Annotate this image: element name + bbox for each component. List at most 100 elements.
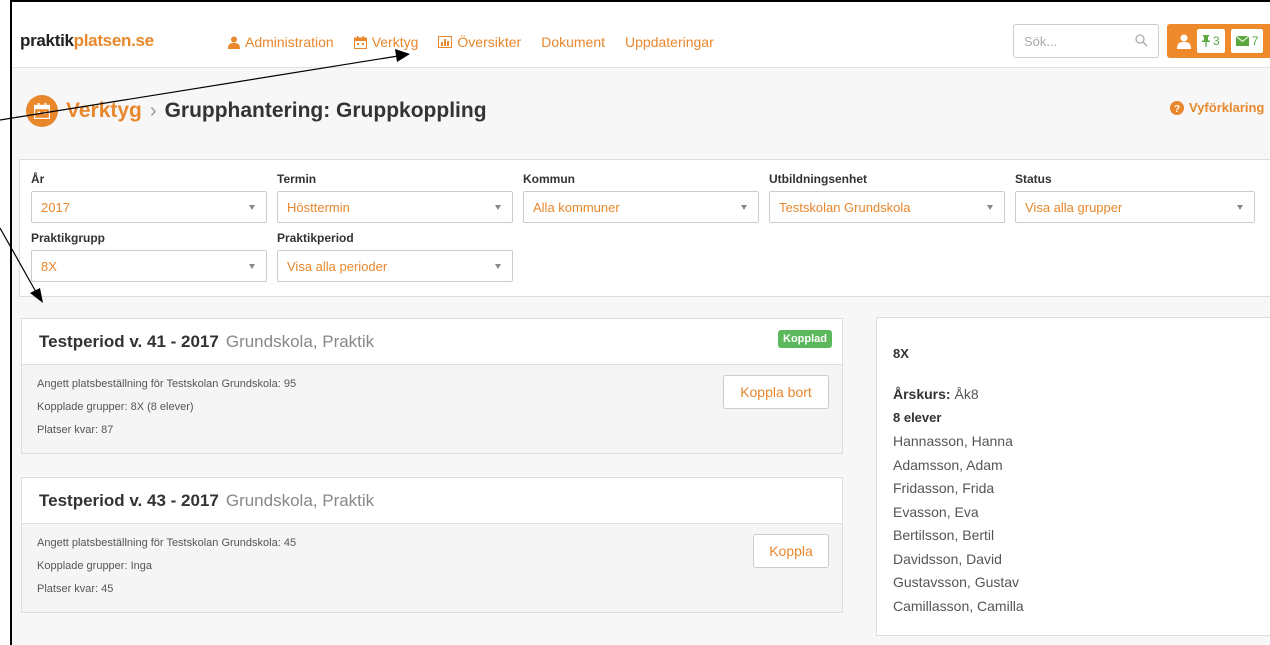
status-select[interactable]: Visa alla grupper bbox=[1015, 191, 1255, 223]
caret-down-icon bbox=[741, 205, 747, 210]
year-value: 2017 bbox=[41, 199, 70, 215]
nav-dokument[interactable]: Dokument bbox=[541, 34, 605, 50]
year-select[interactable]: 2017 bbox=[31, 191, 267, 223]
filter-year: År 2017 bbox=[31, 172, 267, 223]
group-details-panel: 8X Årskurs: Åk8 8 elever Hannasson, Hann… bbox=[876, 317, 1270, 636]
user-icon bbox=[228, 36, 240, 49]
pushpin-icon bbox=[1202, 35, 1210, 47]
period-card-body: Angett platsbeställning för Testskolan G… bbox=[22, 524, 842, 612]
calendar-icon bbox=[353, 35, 367, 49]
period-type: Grundskola, Praktik bbox=[225, 490, 375, 510]
logo-part-2: platsen.se bbox=[73, 31, 154, 50]
filter-municipality-label: Kommun bbox=[523, 172, 575, 186]
bar-chart-icon bbox=[438, 36, 453, 48]
help-label: Vyförklaring bbox=[1189, 100, 1265, 115]
period-card-body: Angett platsbeställning för Testskolan G… bbox=[22, 365, 842, 453]
filter-year-label: År bbox=[31, 172, 45, 186]
nav-verktyg[interactable]: Verktyg bbox=[353, 34, 419, 50]
group-select[interactable]: 8X bbox=[31, 250, 267, 282]
pin-count: 3 bbox=[1213, 34, 1220, 48]
grade-value: Åk8 bbox=[954, 386, 979, 402]
filter-unit-label: Utbildningsenhet bbox=[769, 172, 867, 186]
search-icon[interactable] bbox=[1135, 34, 1148, 47]
search-box bbox=[1013, 24, 1159, 58]
caret-down-icon bbox=[495, 264, 501, 269]
nav-oversikter[interactable]: Översikter bbox=[438, 34, 521, 50]
message-counter[interactable]: 7 bbox=[1230, 29, 1264, 53]
nav-verktyg-label: Verktyg bbox=[371, 34, 419, 50]
top-navbar: praktikplatsen.se Administration Verktyg… bbox=[12, 2, 1270, 68]
student-item: Gustavsson, Gustav bbox=[893, 574, 1020, 590]
student-item: Fridasson, Frida bbox=[893, 480, 995, 496]
caret-down-icon bbox=[1237, 205, 1243, 210]
user-icon bbox=[1177, 34, 1191, 49]
breadcrumb-verktyg[interactable]: Verktyg bbox=[66, 99, 142, 123]
period-card-header: Testperiod v. 43 - 2017 Grundskola, Prak… bbox=[22, 478, 842, 524]
filter-status-label: Status bbox=[1015, 172, 1052, 186]
period-name: Testperiod v. 41 - 2017 bbox=[39, 331, 219, 351]
term-value: Hösttermin bbox=[287, 199, 350, 215]
nav-oversikter-label: Översikter bbox=[457, 34, 522, 50]
period-card-header: Testperiod v. 41 - 2017 Grundskola, Prak… bbox=[22, 319, 842, 365]
filter-unit: Utbildningsenhet Testskolan Grundskola bbox=[769, 172, 1005, 223]
student-count: 8 elever bbox=[893, 409, 942, 425]
filter-period-label: Praktikperiod bbox=[277, 231, 354, 245]
svg-text:?: ? bbox=[1174, 104, 1180, 115]
status-value: Visa alla grupper bbox=[1025, 199, 1123, 215]
nav-administration-label: Administration bbox=[245, 34, 334, 50]
grade-row: Årskurs: Åk8 bbox=[893, 385, 1270, 409]
disconnect-button[interactable]: Koppla bort bbox=[723, 375, 829, 409]
student-item: Adamsson, Adam bbox=[893, 456, 1003, 473]
user-menu[interactable]: 3 7 bbox=[1167, 24, 1270, 58]
nav-administration[interactable]: Administration bbox=[228, 34, 334, 50]
grade-label: Årskurs: bbox=[893, 386, 951, 402]
period-card: Testperiod v. 43 - 2017 Grundskola, Prak… bbox=[21, 477, 843, 613]
caret-down-icon bbox=[249, 205, 255, 210]
connected-groups: Kopplade grupper: 8X (8 elever) bbox=[37, 401, 194, 413]
caret-down-icon bbox=[495, 205, 501, 210]
help-link[interactable]: ? Vyförklaring bbox=[1170, 100, 1264, 115]
period-type: Grundskola, Praktik bbox=[225, 331, 375, 351]
unit-select[interactable]: Testskolan Grundskola bbox=[769, 191, 1005, 223]
envelope-icon bbox=[1235, 36, 1249, 46]
filter-term: Termin Hösttermin bbox=[277, 172, 513, 223]
calendar-icon bbox=[26, 95, 58, 127]
breadcrumb-separator: › bbox=[149, 99, 157, 122]
period-value: Visa alla perioder bbox=[287, 258, 388, 274]
group-name: 8X bbox=[893, 346, 909, 361]
logo[interactable]: praktikplatsen.se bbox=[20, 31, 154, 51]
remaining-places: Platser kvar: 45 bbox=[37, 583, 114, 595]
nav-uppdateringar[interactable]: Uppdateringar bbox=[625, 34, 714, 50]
caret-down-icon bbox=[249, 264, 255, 269]
logo-part-1: praktik bbox=[20, 31, 74, 50]
nav-dokument-label: Dokument bbox=[541, 34, 606, 50]
term-select[interactable]: Hösttermin bbox=[277, 191, 513, 223]
page-title-bar: Verktyg › Grupphantering: Gruppkoppling bbox=[26, 95, 487, 127]
filter-group-label: Praktikgrupp bbox=[31, 231, 106, 245]
connected-groups: Kopplade grupper: Inga bbox=[37, 560, 152, 572]
message-count: 7 bbox=[1251, 34, 1259, 48]
student-item: Hannasson, Hanna bbox=[893, 433, 1013, 449]
filter-term-label: Termin bbox=[277, 172, 317, 186]
period-select[interactable]: Visa alla perioder bbox=[277, 250, 513, 282]
student-item: Davidsson, David bbox=[893, 550, 1002, 567]
search-input[interactable] bbox=[1024, 26, 1134, 56]
app-frame: praktikplatsen.se Administration Verktyg… bbox=[10, 0, 1270, 645]
caret-down-icon bbox=[987, 205, 993, 210]
pin-counter[interactable]: 3 bbox=[1197, 29, 1225, 53]
filter-panel: År 2017 Termin Hösttermin Kommun Alla ko… bbox=[19, 159, 1270, 297]
ordered-places: Angett platsbeställning för Testskolan G… bbox=[37, 378, 297, 390]
ordered-places: Angett platsbeställning för Testskolan G… bbox=[37, 537, 297, 549]
remaining-places: Platser kvar: 87 bbox=[37, 424, 114, 436]
student-item: Evasson, Eva bbox=[893, 503, 979, 520]
municipality-select[interactable]: Alla kommuner bbox=[523, 191, 759, 223]
student-item: Bertilsson, Bertil bbox=[893, 527, 995, 543]
connect-button[interactable]: Koppla bbox=[753, 534, 829, 568]
question-circle-icon: ? bbox=[1170, 100, 1184, 115]
period-name: Testperiod v. 43 - 2017 bbox=[39, 490, 219, 510]
filter-status: Status Visa alla grupper bbox=[1015, 172, 1255, 223]
unit-value: Testskolan Grundskola bbox=[779, 199, 911, 215]
period-card: Testperiod v. 41 - 2017 Grundskola, Prak… bbox=[21, 318, 843, 454]
page-title: Grupphantering: Gruppkoppling bbox=[164, 99, 487, 122]
student-item: Camillasson, Camilla bbox=[893, 597, 1024, 614]
